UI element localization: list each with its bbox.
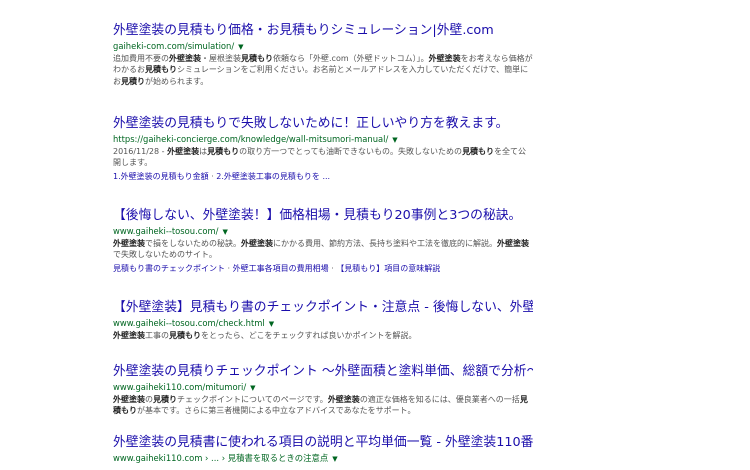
snippet-text: ・屋根塗装	[201, 54, 241, 63]
snippet-keyword: 外壁塗装	[167, 147, 200, 156]
result-title-link[interactable]: 外壁塗装の見積りチェックポイント ～外壁面積と塗料単価、総額で分析～	[113, 363, 533, 381]
snippet-text: が始められます。	[145, 76, 209, 86]
search-result: 【後悔しない、外壁塗装！】価格相場・見積もり20事例と3つの秘訣。 www.ga…	[113, 207, 533, 299]
snippet-keyword: 外壁塗装	[113, 395, 145, 404]
snippet-text: で損をしないための秘訣。	[145, 239, 241, 248]
result-url: www.gaiheki110.com › ... › 見積書を取るときの注意点	[113, 453, 329, 463]
result-title-link[interactable]: 【外壁塗装】見積もり書のチェックポイント・注意点 - 後悔しない、外壁…	[113, 299, 533, 317]
search-results: 外壁塗装の見積もり価格・お見積もりシミュレーション|外壁.com gaiheki…	[113, 22, 533, 470]
result-snippet: 外壁塗装の見積りチェックポイントについてのページです。外壁塗装の適正な価格を知る…	[113, 394, 533, 417]
snippet-text: をとったら、どこをチェックすれば良いかポイントを解説。	[201, 331, 417, 340]
snippet-text: の取り方一つでとっても油断できないもの。失敗しないための	[239, 147, 463, 156]
result-url-row: www.gaiheki--tosou.com/▼	[113, 225, 533, 237]
snippet-keyword: 見積り	[153, 395, 177, 404]
result-title-link[interactable]: 外壁塗装の見積もりで失敗しないために！正しいやり方を教えます。	[113, 115, 533, 133]
result-url: gaiheki-com.com/simulation/	[113, 41, 235, 51]
result-url-row: https://gaiheki-concierge.com/knowledge/…	[113, 133, 533, 145]
result-sitelinks: 見積もり書のチェックポイント · 外壁工事各項目の費用相場 · 【見積もり】項目…	[113, 263, 441, 273]
sitelink[interactable]: 外壁工事各項目の費用相場	[233, 264, 329, 273]
search-result: 外壁塗装の見積もり価格・お見積もりシミュレーション|外壁.com gaiheki…	[113, 22, 533, 115]
result-url-row: www.gaiheki--tosou.com/check.html ▼	[113, 317, 533, 329]
sitelink[interactable]: 【見積もり】項目の意味解説	[336, 264, 440, 273]
sitelink[interactable]: 1.外壁塗装の見積もり金額	[113, 172, 209, 181]
snippet-text: で失敗しないためのサイト。	[113, 250, 217, 260]
snippet-keyword: 外壁塗装	[497, 239, 529, 248]
snippet-text: が基本です。さらに第三者機関による中立なアドバイスであなたをサポート。	[137, 406, 416, 416]
result-title-link[interactable]: 外壁塗装の見積書に使われる項目の説明と平均単価一覧 - 外壁塗装110番	[113, 434, 533, 452]
sitelink[interactable]: 見積もり書のチェックポイント	[113, 264, 225, 273]
snippet-text: 工事の	[145, 331, 169, 340]
snippet-text: の適正な価格を知るには、優良業者への一括	[359, 395, 520, 404]
result-url: www.gaiheki110.com/mitumori/	[113, 382, 247, 392]
snippet-keyword: 見積もり	[169, 331, 201, 340]
snippet-text: にかかる費用、節約方法、長持ち塗料や工法を徹底的に解説。	[273, 239, 497, 248]
search-result: 外壁塗装の見積りチェックポイント ～外壁面積と塗料単価、総額で分析～ www.g…	[113, 363, 533, 434]
result-date: 2016/11/28 -	[113, 147, 168, 156]
result-snippet: 外壁塗装工事の見積もりをとったら、どこをチェックすれば良いかポイントを解説。	[113, 330, 533, 341]
result-title-link[interactable]: 【後悔しない、外壁塗装！】価格相場・見積もり20事例と3つの秘訣。	[113, 207, 533, 225]
result-url: www.gaiheki--tosou.com/check.html	[113, 318, 265, 328]
snippet-keyword: 外壁塗装	[428, 54, 461, 63]
caret-down-icon[interactable]: ▼	[250, 382, 255, 393]
snippet-keyword: 外壁塗装	[113, 331, 145, 340]
snippet-keyword: 外壁塗装	[113, 239, 145, 248]
caret-down-icon[interactable]: ▼	[222, 226, 227, 237]
search-result: 外壁塗装の見積書に使われる項目の説明と平均単価一覧 - 外壁塗装110番 www…	[113, 434, 533, 470]
search-result: 【外壁塗装】見積もり書のチェックポイント・注意点 - 後悔しない、外壁… www…	[113, 299, 533, 363]
result-title-link[interactable]: 外壁塗装の見積もり価格・お見積もりシミュレーション|外壁.com	[113, 22, 533, 40]
result-url-row: www.gaiheki110.com/mitumori/▼	[113, 381, 533, 393]
snippet-keyword: 外壁塗装	[241, 239, 273, 248]
snippet-keyword: 外壁塗装	[327, 395, 360, 404]
snippet-text: 追加費用不要の	[113, 54, 169, 63]
result-sitelinks: 1.外壁塗装の見積もり金額 · 2.外壁塗装工事の見積もりを ...	[113, 171, 331, 181]
snippet-keyword: 見積もり	[145, 65, 177, 75]
caret-down-icon[interactable]: ▼	[332, 453, 337, 464]
snippet-text: チェックポイントについてのページです。	[177, 395, 328, 404]
caret-down-icon[interactable]: ▼	[238, 41, 243, 52]
snippet-text: の	[145, 395, 153, 404]
snippet-text: は	[199, 147, 208, 156]
snippet-keyword: 見積もり	[462, 147, 495, 156]
result-snippet: 外壁塗装で損をしないための秘訣。外壁塗装にかかる費用、節約方法、長持ち塗料や工法…	[113, 238, 533, 261]
sitelink[interactable]: 2.外壁塗装工事の見積もりを ...	[216, 172, 330, 181]
caret-down-icon[interactable]: ▼	[392, 134, 397, 145]
result-url: www.gaiheki--tosou.com/	[113, 226, 219, 236]
snippet-keyword: 見積り	[121, 76, 145, 86]
result-url-row: www.gaiheki110.com › ... › 見積書を取るときの注意点 ▼	[113, 452, 533, 464]
result-snippet: 2016/11/28 - 外壁塗装は見積もりの取り方一つでとっても油断できないも…	[113, 146, 533, 169]
search-result: 外壁塗装の見積もりで失敗しないために！正しいやり方を教えます。 https://…	[113, 115, 533, 207]
snippet-text: 依頼なら「外壁.com（外壁ドットコム）」。	[273, 54, 429, 63]
result-snippet: 追加費用不要の外壁塗装・屋根塗装見積もり依頼なら「外壁.com（外壁ドットコム）…	[113, 53, 533, 87]
snippet-keyword: 見積もり	[207, 147, 240, 156]
snippet-keyword: 外壁塗装	[169, 54, 201, 63]
result-url-row: gaiheki-com.com/simulation/▼	[113, 40, 533, 52]
snippet-keyword: 見積もり	[241, 54, 273, 63]
caret-down-icon[interactable]: ▼	[269, 318, 274, 329]
result-url: https://gaiheki-concierge.com/knowledge/…	[113, 134, 389, 144]
